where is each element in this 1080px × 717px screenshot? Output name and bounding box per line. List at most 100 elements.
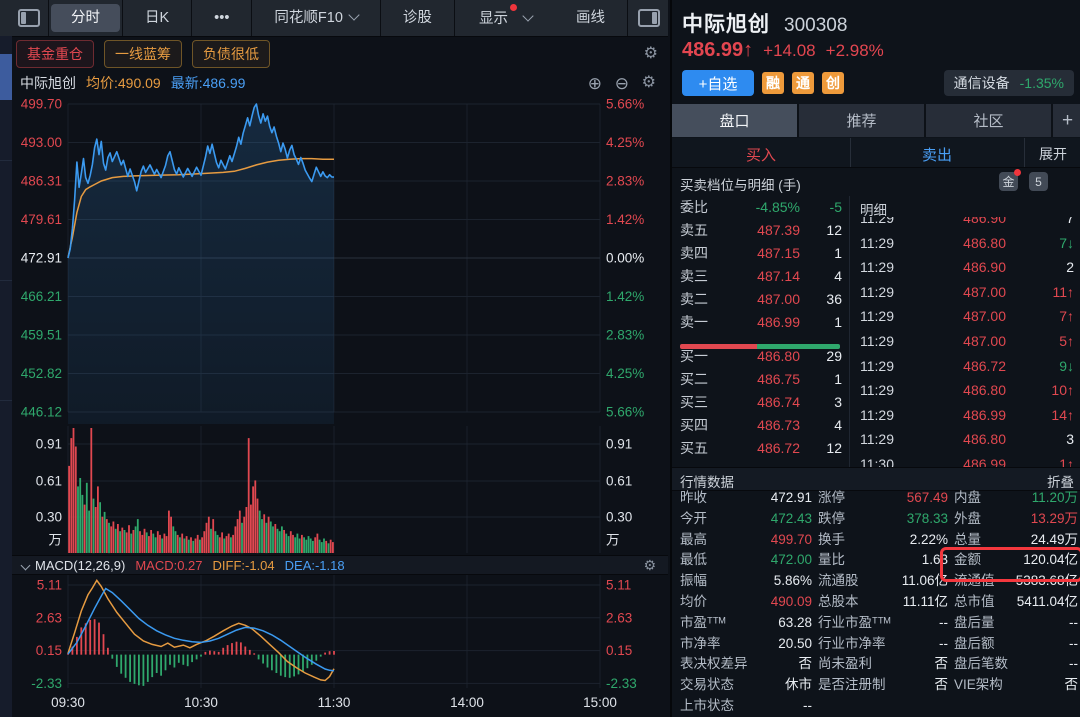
- tab-community[interactable]: 社区: [926, 104, 1051, 137]
- add-watchlist-button[interactable]: +自选: [682, 70, 754, 96]
- expand-button[interactable]: 展开: [1024, 144, 1080, 164]
- chart-panel: 分时 日K ••• 同花顺F10 诊股 显示 画线 基金重仓 一线蓝筹 负债很低…: [12, 0, 668, 717]
- svg-text:15:00: 15:00: [583, 695, 617, 710]
- tags-settings-gear-icon[interactable]: ⚙: [644, 46, 658, 62]
- stock-header: 中际旭创 300308: [682, 8, 847, 38]
- svg-text:10:30: 10:30: [184, 695, 218, 710]
- svg-text:2.83%: 2.83%: [606, 328, 644, 343]
- more-periods-button[interactable]: •••: [194, 4, 249, 32]
- macd-value: MACD:0.27: [135, 558, 202, 573]
- divider: [850, 138, 851, 167]
- diagnose-stock-button[interactable]: 诊股: [383, 4, 452, 32]
- svg-text:5.11: 5.11: [606, 578, 631, 593]
- sell-level-row[interactable]: 卖二487.0036: [672, 288, 849, 311]
- badge-connect[interactable]: 通: [792, 72, 814, 94]
- left-collapsed-sidebar[interactable]: [0, 0, 12, 717]
- stock-change-pct: +2.98%: [826, 41, 884, 61]
- sector-change-pct: -1.35%: [1020, 75, 1064, 91]
- tick-details: 11:29486.90711:29486.807↓11:29486.90211:…: [850, 196, 1080, 467]
- chevron-down-icon: [522, 10, 533, 21]
- stock-price-row: 486.99↑ +14.08 +2.98%: [682, 39, 884, 62]
- quote-row: 昨收472.91涨停567.49内盘11.20万: [672, 488, 1080, 509]
- sell-level-row[interactable]: 卖一486.991: [672, 311, 849, 334]
- sell-level-row[interactable]: 卖四487.151: [672, 242, 849, 265]
- svg-text:493.00: 493.00: [21, 135, 62, 150]
- svg-text:2.63: 2.63: [36, 610, 62, 625]
- svg-text:5.66%: 5.66%: [606, 405, 644, 420]
- tab-daily-k[interactable]: 日K: [125, 4, 189, 32]
- svg-text:1.42%: 1.42%: [606, 289, 644, 304]
- divider: [1024, 138, 1025, 167]
- dea-value: DEA:-1.18: [285, 558, 345, 573]
- svg-text:0.15: 0.15: [36, 643, 62, 658]
- timeshare-volume-macd-chart[interactable]: 499.705.66%493.004.25%486.312.83%479.611…: [12, 96, 668, 717]
- gold-filter-badge[interactable]: 金: [999, 172, 1018, 191]
- chart-settings-gear-icon[interactable]: ⚙: [642, 75, 656, 91]
- badge-chinext[interactable]: 创: [822, 72, 844, 94]
- sell-level-row[interactable]: 卖五487.3912: [672, 219, 849, 242]
- toggle-right-panel-icon[interactable]: [638, 9, 660, 27]
- svg-text:0.15: 0.15: [606, 643, 632, 658]
- sell-level-row[interactable]: 卖三487.144: [672, 265, 849, 288]
- svg-text:459.51: 459.51: [21, 328, 62, 343]
- toggle-left-panel-icon[interactable]: [18, 9, 40, 27]
- buy-level-row[interactable]: 买一486.8029: [672, 345, 849, 368]
- badge-margin[interactable]: 融: [762, 72, 784, 94]
- buy-level-row[interactable]: 买四486.734: [672, 414, 849, 437]
- tick-row: 11:30486.991↑: [850, 452, 1080, 467]
- tab-timeshare[interactable]: 分时: [51, 4, 120, 32]
- svg-text:2.63: 2.63: [606, 610, 632, 625]
- stock-change: +14.08: [763, 41, 815, 61]
- draw-line-button[interactable]: 画线: [556, 4, 625, 32]
- tick-row: 11:29486.729↓: [850, 354, 1080, 379]
- collapse-macd-icon[interactable]: [21, 560, 31, 570]
- sell-button[interactable]: 卖出: [850, 144, 1024, 165]
- levels-count-badge[interactable]: 5: [1029, 172, 1048, 191]
- zoom-out-icon[interactable]: ⊖: [615, 75, 629, 92]
- tag-fund-heavy[interactable]: 基金重仓: [16, 40, 94, 68]
- sidebar-active-segment: [0, 54, 12, 100]
- macd-params: MACD(12,26,9): [35, 558, 125, 573]
- sector-name: 通信设备: [954, 73, 1010, 93]
- svg-text:4.25%: 4.25%: [606, 366, 644, 381]
- svg-text:499.70: 499.70: [21, 97, 62, 112]
- quote-row: 上市状态--: [672, 696, 1080, 717]
- quote-row: 交易状态休市是否注册制否VIE架构否: [672, 675, 1080, 696]
- buy-button[interactable]: 买入: [672, 144, 850, 165]
- zoom-in-icon[interactable]: ⊕: [588, 75, 602, 92]
- tab-recommend[interactable]: 推荐: [799, 104, 924, 137]
- svg-text:5.66%: 5.66%: [606, 97, 644, 112]
- tab-order-book[interactable]: 盘口: [672, 104, 797, 137]
- stock-code: 300308: [784, 15, 847, 37]
- buy-level-row[interactable]: 买五486.7212: [672, 437, 849, 460]
- add-tab-button[interactable]: +: [1053, 104, 1080, 137]
- f10-menu[interactable]: 同花顺F10: [254, 4, 378, 32]
- svg-text:0.00%: 0.00%: [606, 251, 644, 266]
- weibi-row: 委比-4.85%-5: [672, 196, 849, 219]
- chart-title-row: 中际旭创 均价:490.09 最新:486.99 ⊕ ⊖ ⚙: [12, 70, 668, 96]
- sector-chip[interactable]: 通信设备 -1.35%: [944, 70, 1074, 96]
- display-menu[interactable]: 显示: [459, 4, 552, 32]
- macd-settings-gear-icon[interactable]: ⚙: [643, 558, 656, 572]
- svg-text:0.61: 0.61: [36, 474, 62, 489]
- stock-tags-row: 基金重仓 一线蓝筹 负债很低 ⚙: [12, 37, 672, 70]
- trade-bar: 买入 卖出 展开: [672, 138, 1080, 168]
- tag-low-debt[interactable]: 负债很低: [192, 40, 270, 68]
- tick-row: 11:29486.803: [850, 427, 1080, 452]
- tick-row: 11:29486.8010↑: [850, 378, 1080, 403]
- svg-text:452.82: 452.82: [21, 366, 62, 381]
- tick-row: 11:29487.007↑: [850, 304, 1080, 329]
- divider: [0, 280, 12, 281]
- svg-text:4.25%: 4.25%: [606, 135, 644, 150]
- quote-row: 市净率20.50行业市净率--盘后额--: [672, 634, 1080, 655]
- stock-price: 486.99↑: [682, 39, 753, 62]
- tag-blue-chip[interactable]: 一线蓝筹: [104, 40, 182, 68]
- buy-level-row[interactable]: 买二486.751: [672, 368, 849, 391]
- svg-text:-2.33: -2.33: [606, 676, 637, 691]
- notification-dot: [1014, 169, 1021, 176]
- chevron-down-icon: [348, 9, 359, 20]
- badges-row: +自选 融 通 创 通信设备 -1.35%: [682, 70, 1074, 96]
- svg-text:14:00: 14:00: [450, 695, 484, 710]
- buy-level-row[interactable]: 买三486.743: [672, 391, 849, 414]
- svg-text:0.91: 0.91: [36, 437, 62, 452]
